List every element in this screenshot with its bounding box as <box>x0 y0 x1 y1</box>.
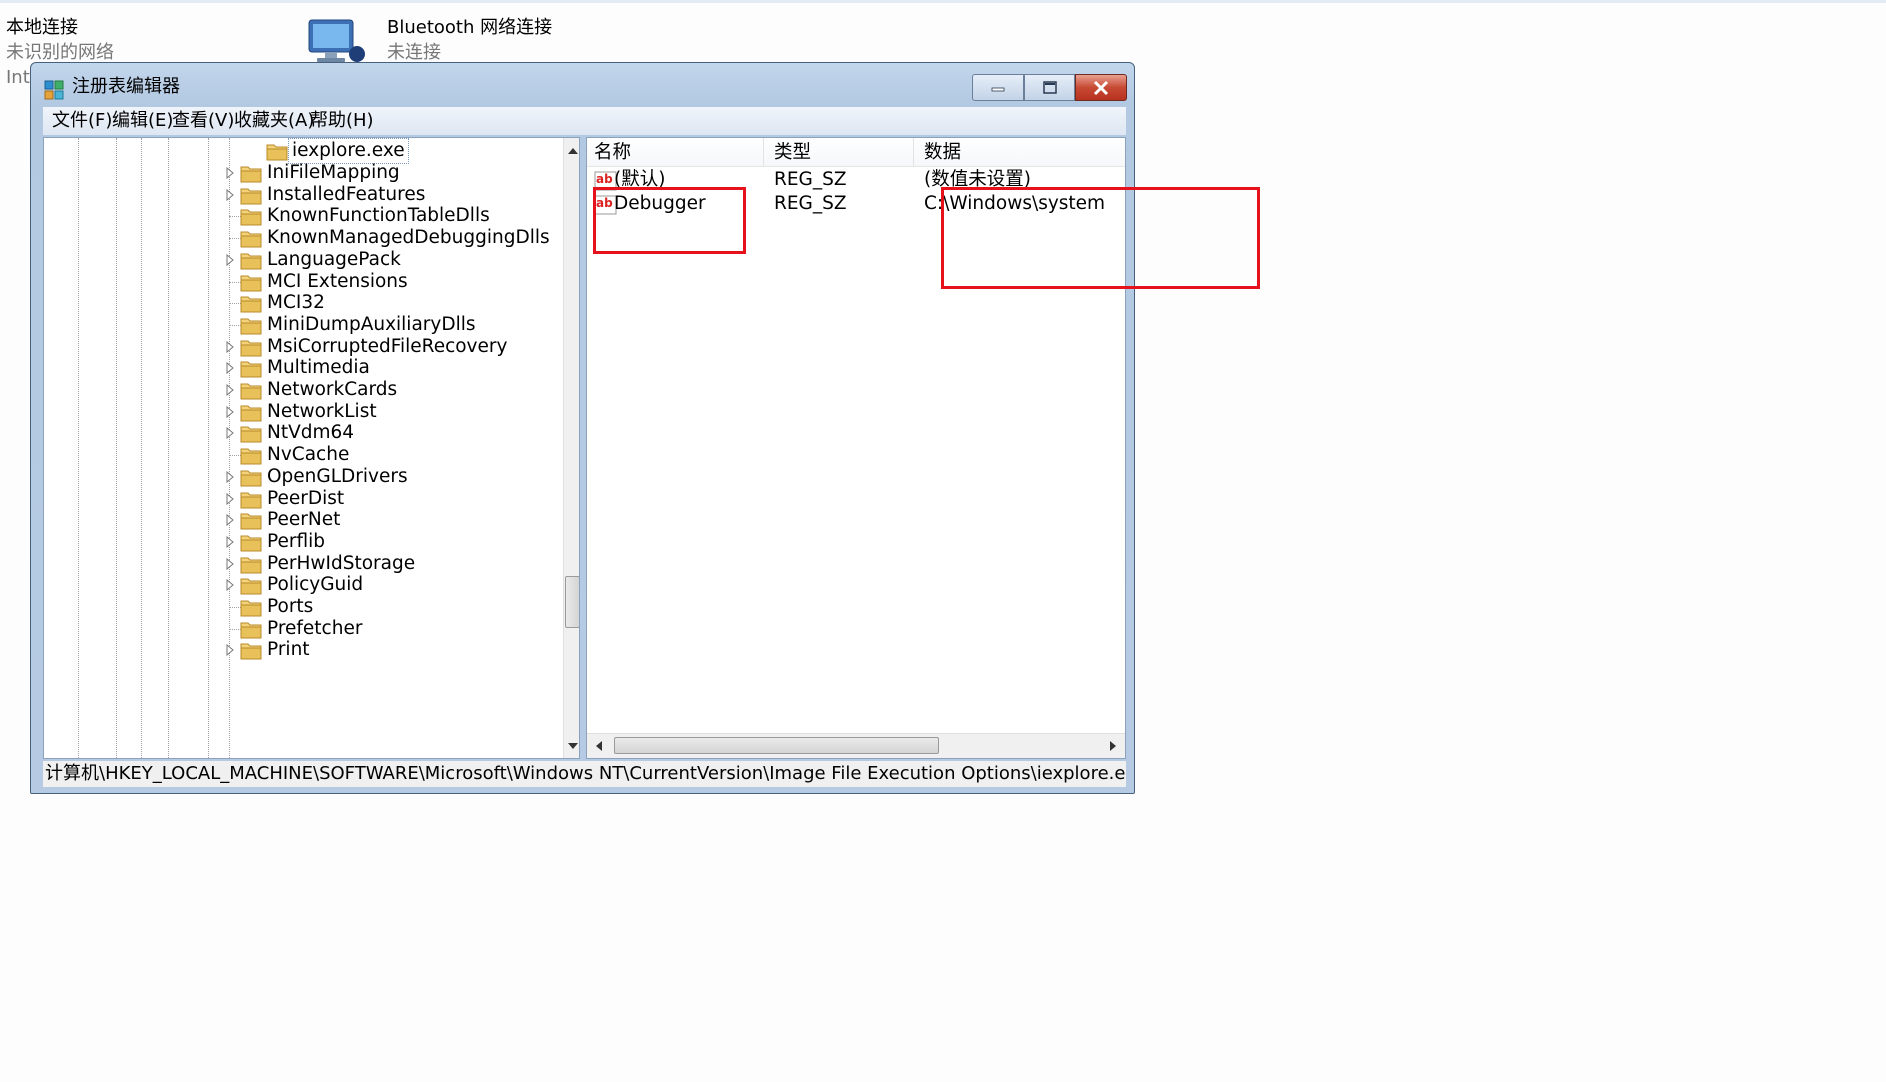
minimize-icon <box>991 87 1005 92</box>
expand-arrow-icon[interactable] <box>225 340 235 353</box>
close-button[interactable] <box>1075 74 1127 101</box>
folder-icon <box>240 250 262 270</box>
close-icon <box>1093 80 1109 96</box>
column-header-name[interactable]: 名称 <box>594 138 631 168</box>
expand-arrow-icon[interactable] <box>225 427 235 440</box>
tree-vertical-scrollbar[interactable] <box>563 138 579 758</box>
network-computer-icon <box>308 19 365 62</box>
menu-help[interactable]: 帮助(H) <box>303 107 381 135</box>
network-local-name: 本地连接 <box>6 17 78 38</box>
column-divider[interactable] <box>913 138 914 166</box>
expand-arrow-icon[interactable] <box>225 579 235 592</box>
folder-icon <box>240 206 262 226</box>
expand-arrow-icon[interactable] <box>225 362 235 375</box>
expand-arrow-icon[interactable] <box>225 384 235 396</box>
folder-icon <box>240 423 262 443</box>
folder-icon <box>240 467 262 487</box>
folder-icon <box>240 380 262 400</box>
expand-arrow-icon[interactable] <box>225 557 235 570</box>
registry-path: 计算机\HKEY_LOCAL_MACHINE\SOFTWARE\Microsof… <box>45 763 1126 784</box>
tree-item[interactable]: Print <box>44 637 554 663</box>
folder-icon <box>240 619 262 639</box>
folder-icon <box>240 402 262 422</box>
expand-arrow-icon[interactable] <box>225 644 235 657</box>
folder-icon <box>240 489 262 509</box>
list-scroll-thumb[interactable] <box>614 737 939 754</box>
expand-arrow-icon[interactable] <box>225 470 235 483</box>
folder-icon <box>240 597 262 617</box>
folder-icon <box>266 141 288 161</box>
regedit-window: 注册表编辑器 文件(F) 编辑(E) 查看(V) 收藏夹(A) 帮助(H) ie… <box>30 62 1135 794</box>
expand-arrow-icon[interactable] <box>225 514 235 527</box>
folder-icon <box>240 185 262 205</box>
list-header: 名称 类型 数据 <box>587 138 1125 167</box>
status-bar: 计算机\HKEY_LOCAL_MACHINE\SOFTWARE\Microsof… <box>43 761 1126 787</box>
value-type: REG_SZ <box>774 193 847 214</box>
network-bluetooth-connection[interactable]: Bluetooth 网络连接 未连接 <box>387 15 552 65</box>
expand-arrow-icon[interactable] <box>225 253 235 266</box>
folder-icon <box>240 575 262 595</box>
folder-icon <box>240 163 262 183</box>
window-title: 注册表编辑器 <box>72 76 180 97</box>
folder-icon <box>240 315 262 335</box>
expand-arrow-icon[interactable] <box>225 167 235 179</box>
folder-icon <box>240 554 262 574</box>
scroll-up-arrow-icon[interactable] <box>568 147 578 155</box>
folder-icon <box>240 293 262 313</box>
titlebar[interactable]: 注册表编辑器 <box>31 63 1134 107</box>
regedit-app-icon <box>44 80 64 100</box>
folder-icon <box>240 445 262 465</box>
registry-tree[interactable]: iexplore.exe IniFileMapping InstalledFeatu… <box>43 137 580 759</box>
expand-arrow-icon[interactable] <box>225 405 235 418</box>
minimize-button[interactable] <box>972 74 1024 101</box>
list-horizontal-scrollbar[interactable] <box>587 733 1125 758</box>
network-bluetooth-name: Bluetooth 网络连接 <box>387 17 553 38</box>
maximize-button[interactable] <box>1024 74 1075 101</box>
highlight-box-debugger <box>593 187 746 254</box>
highlight-box-data <box>941 187 1260 289</box>
top-border <box>0 0 1886 3</box>
tree-scroll-thumb[interactable] <box>565 576 579 628</box>
scroll-right-arrow-icon[interactable] <box>1109 741 1117 751</box>
folder-icon <box>240 510 262 530</box>
maximize-icon <box>1042 81 1057 94</box>
scroll-left-arrow-icon[interactable] <box>595 741 603 751</box>
expand-arrow-icon[interactable] <box>225 188 235 201</box>
folder-icon <box>240 640 262 660</box>
folder-icon <box>240 228 262 248</box>
column-header-type[interactable]: 类型 <box>774 138 811 168</box>
expand-arrow-icon[interactable] <box>225 535 235 548</box>
column-divider[interactable] <box>763 138 764 166</box>
folder-icon <box>240 532 262 552</box>
tree-item-label: Print <box>267 639 310 661</box>
menu-bar: 文件(F) 编辑(E) 查看(V) 收藏夹(A) 帮助(H) <box>43 107 1126 135</box>
scroll-down-arrow-icon[interactable] <box>568 742 578 750</box>
expand-arrow-icon[interactable] <box>225 492 235 505</box>
folder-icon <box>240 358 262 378</box>
column-header-data[interactable]: 数据 <box>924 138 961 168</box>
svg-text:ab: ab <box>596 172 613 186</box>
folder-icon <box>240 272 262 292</box>
folder-icon <box>240 337 262 357</box>
